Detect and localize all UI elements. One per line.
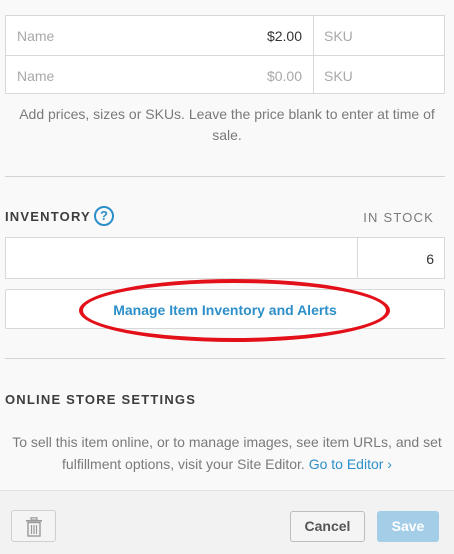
go-to-editor-label: Go to Editor: [308, 456, 384, 472]
variant-name-input[interactable]: Name: [17, 68, 54, 84]
inventory-heading: INVENTORY: [5, 209, 91, 224]
variant-price-input[interactable]: $0.00: [267, 68, 302, 84]
section-divider: [5, 358, 445, 359]
variant-price-input[interactable]: $2.00: [267, 28, 302, 44]
in-stock-label: IN STOCK: [363, 210, 434, 225]
online-store-heading: ONLINE STORE SETTINGS: [5, 392, 197, 407]
footer-bar: Cancel Save: [0, 490, 454, 554]
chevron-right-icon: ›: [387, 456, 392, 472]
inventory-row: 6: [5, 237, 445, 279]
variant-sku-input[interactable]: SKU: [324, 28, 353, 44]
go-to-editor-link[interactable]: Go to Editor ›: [309, 456, 392, 472]
column-divider: [313, 16, 314, 55]
variant-sku-input[interactable]: SKU: [324, 68, 353, 84]
variant-row: Name $2.00 SKU: [6, 16, 444, 55]
manage-inventory-button[interactable]: Manage Item Inventory and Alerts: [5, 289, 445, 329]
help-icon[interactable]: ?: [94, 206, 114, 226]
variant-name-input[interactable]: Name: [17, 28, 54, 44]
variants-help-text: Add prices, sizes or SKUs. Leave the pri…: [19, 106, 435, 143]
manage-inventory-label: Manage Item Inventory and Alerts: [113, 302, 337, 318]
column-divider: [357, 238, 358, 278]
stock-quantity-input[interactable]: 6: [426, 251, 434, 267]
delete-button[interactable]: [11, 510, 56, 542]
variants-table: Name $2.00 SKU Name $0.00 SKU: [5, 15, 445, 94]
online-store-text: To sell this item online, or to manage i…: [0, 431, 454, 475]
section-divider: [5, 176, 445, 177]
cancel-button[interactable]: Cancel: [290, 511, 365, 542]
save-button[interactable]: Save: [377, 511, 439, 542]
column-divider: [313, 56, 314, 94]
trash-icon: [26, 517, 42, 537]
variant-row: Name $0.00 SKU: [6, 55, 444, 94]
